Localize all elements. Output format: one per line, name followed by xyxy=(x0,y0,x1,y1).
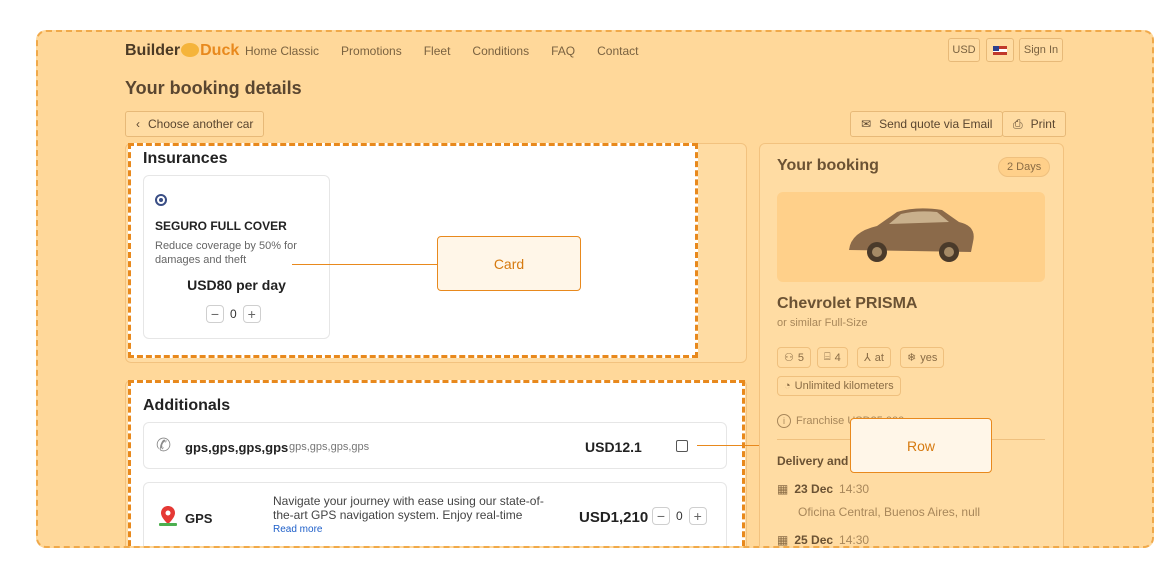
row-callout: Row xyxy=(850,418,992,473)
km-chip: ◔ Unlimited kilometers xyxy=(777,376,901,396)
seats-value: 5 xyxy=(797,351,804,364)
read-more-link[interactable]: Read more xyxy=(273,524,322,535)
building-icon: ▦ xyxy=(777,482,789,496)
highlight-overlay: Builder Duck Home Classic Promotions Flee… xyxy=(36,30,1154,548)
insurance-card[interactable]: SEGURO FULL COVER Reduce coverage by 50%… xyxy=(143,175,330,339)
language-button[interactable] xyxy=(986,38,1014,62)
plus-button[interactable]: + xyxy=(242,305,261,323)
person-icon: ⚇ xyxy=(784,352,794,364)
car-illustration xyxy=(849,208,974,262)
insurances-title: Insurances xyxy=(143,150,228,167)
gps-description: Navigate your journey with ease using ou… xyxy=(273,494,544,522)
logo-text-builder: Builder xyxy=(125,42,181,59)
minus-button[interactable]: − xyxy=(652,507,670,525)
nav-home-classic[interactable]: Home Classic xyxy=(245,44,319,58)
gear-shift-icon: ⅄ xyxy=(864,352,871,364)
return-time: 14:30 xyxy=(839,533,870,547)
insurance-name: SEGURO FULL COVER xyxy=(155,219,287,233)
ac-chip: ❄ yes xyxy=(900,347,945,368)
additional-checkbox[interactable] xyxy=(676,440,688,452)
print-button[interactable]: ⎙ Print xyxy=(1002,111,1067,137)
nav-promotions[interactable]: Promotions xyxy=(341,44,402,58)
return-datetime: ▦ 25 Dec 14:30 xyxy=(777,533,870,547)
speedometer-icon: ◔ xyxy=(784,380,791,392)
nav-contact[interactable]: Contact xyxy=(597,44,638,58)
chevron-left-icon: ‹ xyxy=(136,117,140,131)
snowflake-icon: ❄ xyxy=(907,352,917,364)
nav-conditions[interactable]: Conditions xyxy=(472,44,529,58)
choose-another-car-button[interactable]: ‹ Choose another car xyxy=(125,111,265,137)
luggage-icon: ⌸ xyxy=(824,351,831,363)
send-quote-label: Send quote via Email xyxy=(879,117,993,131)
building-icon: ▦ xyxy=(777,533,789,547)
km-value: Unlimited kilometers xyxy=(794,380,894,392)
days-badge: 2 Days xyxy=(998,157,1051,177)
bags-chip: ⌸ 4 xyxy=(817,347,848,368)
car-image xyxy=(777,192,1045,282)
nav-fleet[interactable]: Fleet xyxy=(424,44,451,58)
transmission-value: at xyxy=(874,351,884,364)
gps-price: USD1,210 xyxy=(579,509,649,526)
additional-price: USD12.1 xyxy=(585,439,642,455)
pickup-date: 23 Dec xyxy=(794,482,834,496)
callout-connector xyxy=(292,264,437,265)
pickup-time: 14:30 xyxy=(839,482,870,496)
car-name: Chevrolet PRISMA xyxy=(777,295,918,312)
car-class: or similar Full-Size xyxy=(777,317,868,329)
minus-button[interactable]: − xyxy=(206,305,224,323)
radio-shield-icon xyxy=(155,194,167,206)
gps-name: GPS xyxy=(185,511,213,526)
send-quote-button[interactable]: ✉ Send quote via Email xyxy=(850,111,1004,137)
us-flag-icon xyxy=(993,45,1007,55)
insurance-price: USD80 per day xyxy=(187,277,286,293)
gps-quantity: 0 xyxy=(676,509,683,523)
delivery-heading: Delivery and r xyxy=(777,454,857,468)
pickup-location: Oficina Central, Buenos Aires, null xyxy=(798,505,981,519)
additional-row[interactable]: ✆ gps,gps,gps,gps gps,gps,gps,gps USD12.… xyxy=(143,422,727,469)
duck-icon xyxy=(181,43,200,57)
insurance-quantity-stepper: − 0 + xyxy=(206,305,261,323)
map-pin-icon xyxy=(158,505,177,526)
additional-name: gps,gps,gps,gps xyxy=(185,440,289,455)
gps-quantity-stepper: − 0 + xyxy=(652,507,707,525)
logo[interactable]: Builder Duck xyxy=(125,42,239,60)
currency-button[interactable]: USD xyxy=(948,38,980,62)
envelope-icon: ✉ xyxy=(861,117,872,131)
additional-subtitle: gps,gps,gps,gps xyxy=(289,441,370,453)
seats-chip: ⚇ 5 xyxy=(777,347,811,368)
plus-button[interactable]: + xyxy=(688,507,707,525)
insurance-description: Reduce coverage by 50% for damages and t… xyxy=(155,240,297,266)
bags-value: 4 xyxy=(834,351,841,364)
pickup-datetime: ▦ 23 Dec 14:30 xyxy=(777,482,869,496)
return-date: 25 Dec xyxy=(794,533,834,547)
phone-icon: ✆ xyxy=(156,435,172,455)
main-nav: Home Classic Promotions Fleet Conditions… xyxy=(245,44,638,58)
print-label: Print xyxy=(1030,117,1056,131)
page-title: Your booking details xyxy=(125,78,302,98)
choose-another-car-label: Choose another car xyxy=(148,117,254,131)
logo-text-duck: Duck xyxy=(200,42,240,59)
insurance-quantity: 0 xyxy=(230,307,237,321)
card-callout: Card xyxy=(437,236,581,291)
printer-icon: ⎙ xyxy=(1013,116,1023,131)
info-icon: i xyxy=(777,414,791,428)
ac-value: yes xyxy=(920,351,938,364)
booking-title: Your booking xyxy=(777,157,879,174)
sign-in-button[interactable]: Sign In xyxy=(1019,38,1063,62)
gps-row[interactable]: GPS Navigate your journey with ease usin… xyxy=(143,482,727,546)
nav-faq[interactable]: FAQ xyxy=(551,44,575,58)
additionals-title: Additionals xyxy=(143,397,231,414)
transmission-chip: ⅄ at xyxy=(857,347,891,368)
